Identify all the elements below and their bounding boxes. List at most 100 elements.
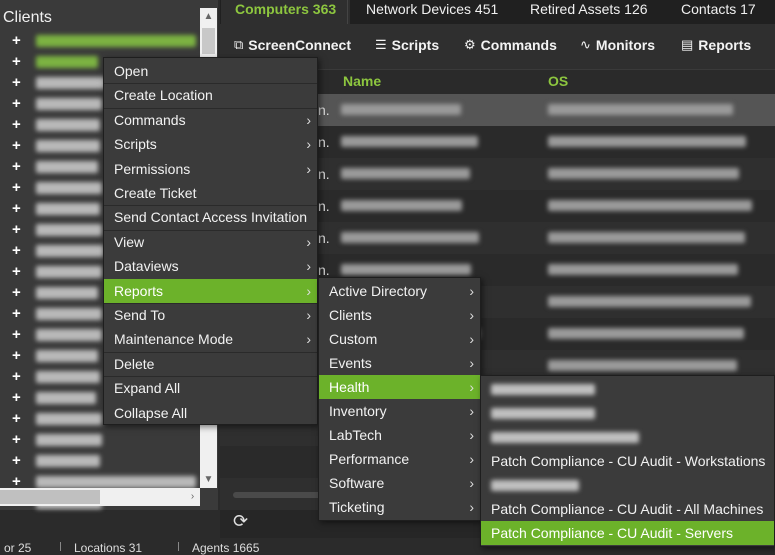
tree-row[interactable]: +	[12, 30, 196, 51]
menu-item[interactable]: Patch Compliance - CU Audit - All Machin…	[481, 497, 774, 521]
expand-plus-icon[interactable]: +	[12, 221, 26, 238]
menu-item[interactable]: View ›	[104, 230, 317, 254]
menu-item[interactable]: Custom ›	[319, 327, 480, 351]
menu-item[interactable]: Create Ticket	[104, 181, 317, 205]
menu-item-label: Patch Compliance - CU Audit - All Machin…	[491, 501, 764, 517]
tree-row[interactable]: +	[12, 114, 100, 135]
tab-retired-assets[interactable]: Retired Assets 126	[530, 0, 648, 24]
menu-item[interactable]: LabTech ›	[319, 423, 480, 447]
menu-item[interactable]: Software ›	[319, 471, 480, 495]
tree-row[interactable]: +	[12, 324, 102, 345]
menu-item[interactable]: Open	[104, 59, 317, 83]
tree-row[interactable]: +	[12, 156, 98, 177]
commands-button[interactable]: ⚙ Commands	[464, 37, 557, 53]
tree-row[interactable]: +	[12, 450, 100, 471]
menu-item[interactable]: Collapse All	[104, 401, 317, 425]
tree-row[interactable]: +	[12, 345, 98, 366]
menu-item[interactable]: Maintenance Mode ›	[104, 327, 317, 351]
expand-plus-icon[interactable]: +	[12, 452, 26, 469]
column-header-os[interactable]: OS	[548, 73, 568, 89]
expand-plus-icon[interactable]: +	[12, 158, 26, 175]
menu-item[interactable]: Reports ›	[104, 278, 317, 303]
expand-plus-icon[interactable]: +	[12, 242, 26, 259]
tree-row[interactable]: +	[12, 219, 102, 240]
screenconnect-button[interactable]: ⧉ ScreenConnect	[234, 37, 351, 53]
expand-plus-icon[interactable]: +	[12, 32, 26, 49]
menu-item[interactable]: Permissions ›	[104, 157, 317, 181]
expand-plus-icon[interactable]: +	[12, 305, 26, 322]
expand-plus-icon[interactable]: +	[12, 347, 26, 364]
menu-item[interactable]: Commands ›	[104, 108, 317, 132]
expand-plus-icon[interactable]: +	[12, 53, 26, 70]
scroll-down-arrow-icon[interactable]: ▼	[200, 471, 217, 488]
menu-item[interactable]: Patch Compliance - CU Audit - Workstatio…	[481, 449, 774, 473]
tree-row[interactable]: +	[12, 198, 100, 219]
expand-plus-icon[interactable]: +	[12, 95, 26, 112]
expand-plus-icon[interactable]: +	[12, 368, 26, 385]
refresh-icon[interactable]: ⟳	[233, 511, 248, 532]
expand-plus-icon[interactable]: +	[12, 389, 26, 406]
tree-scroll-thumb[interactable]	[202, 28, 215, 54]
scripts-button[interactable]: ☰ Scripts	[375, 37, 439, 53]
menu-item[interactable]	[481, 473, 774, 497]
redacted-report-name	[491, 408, 595, 419]
column-header-name[interactable]: Name	[343, 73, 381, 89]
expand-plus-icon[interactable]: +	[12, 326, 26, 343]
expand-plus-icon[interactable]: +	[12, 410, 26, 427]
tree-row[interactable]: +	[12, 429, 102, 450]
scroll-up-arrow-icon[interactable]: ▲	[200, 8, 217, 25]
menu-item[interactable]: Inventory ›	[319, 399, 480, 423]
menu-item-label: Active Directory	[329, 283, 428, 299]
menu-item-label: LabTech	[329, 427, 382, 443]
tree-row[interactable]: +	[12, 282, 98, 303]
menu-item[interactable]: Create Location	[104, 83, 317, 107]
menu-item[interactable]: Performance ›	[319, 447, 480, 471]
menu-item[interactable]: Ticketing ›	[319, 495, 480, 519]
menu-item-label: Scripts	[114, 136, 157, 153]
menu-item[interactable]: Active Directory ›	[319, 279, 480, 303]
menu-item[interactable]	[481, 401, 774, 425]
menu-item[interactable]: Scripts ›	[104, 132, 317, 156]
grid-horizontal-scrollbar[interactable]	[233, 492, 323, 498]
menu-item[interactable]: Patch Compliance - CU Audit - Servers	[481, 521, 774, 545]
tab-network-devices[interactable]: Network Devices 451	[366, 0, 498, 24]
monitors-button[interactable]: ∿ Monitors	[580, 37, 655, 53]
menu-item[interactable]: Health ›	[319, 375, 480, 399]
redacted-os-name	[548, 200, 752, 211]
expand-plus-icon[interactable]: +	[12, 137, 26, 154]
tab-computers[interactable]: Computers 363	[221, 0, 351, 24]
tree-row[interactable]: +	[12, 408, 102, 429]
menu-item[interactable]: Clients ›	[319, 303, 480, 327]
expand-plus-icon[interactable]: +	[12, 116, 26, 133]
menu-item[interactable]: Send Contact Access Invitation	[104, 205, 317, 229]
tree-row[interactable]: +	[12, 51, 98, 72]
menu-item[interactable]	[481, 377, 774, 401]
tab-contacts[interactable]: Contacts 17	[681, 0, 756, 24]
tree-row[interactable]: +	[12, 366, 100, 387]
tree-row[interactable]: +	[12, 93, 102, 114]
tree-row[interactable]: +	[12, 177, 102, 198]
tree-hscroll-thumb[interactable]	[0, 490, 100, 504]
tree-row[interactable]: +	[12, 261, 102, 282]
scroll-right-arrow-icon[interactable]: ›	[184, 488, 201, 505]
tree-row[interactable]: +	[12, 240, 104, 261]
menu-item[interactable]: Dataviews ›	[104, 254, 317, 278]
menu-item[interactable]	[481, 425, 774, 449]
menu-item[interactable]: Expand All	[104, 376, 317, 400]
expand-plus-icon[interactable]: +	[12, 431, 26, 448]
tree-row[interactable]: +	[12, 72, 106, 93]
tree-row[interactable]: +	[12, 303, 102, 324]
monitors-label: Monitors	[595, 37, 656, 53]
expand-plus-icon[interactable]: +	[12, 200, 26, 217]
expand-plus-icon[interactable]: +	[12, 263, 26, 280]
menu-item[interactable]: Delete	[104, 352, 317, 376]
reports-button[interactable]: ▤ Reports	[681, 37, 751, 53]
tree-row[interactable]: +	[12, 387, 96, 408]
tree-row[interactable]: +	[12, 135, 100, 156]
menu-item[interactable]: Send To ›	[104, 303, 317, 327]
expand-plus-icon[interactable]: +	[12, 179, 26, 196]
expand-plus-icon[interactable]: +	[12, 74, 26, 91]
expand-plus-icon[interactable]: +	[12, 284, 26, 301]
menu-item-label: Create Ticket	[114, 185, 197, 201]
menu-item[interactable]: Events ›	[319, 351, 480, 375]
